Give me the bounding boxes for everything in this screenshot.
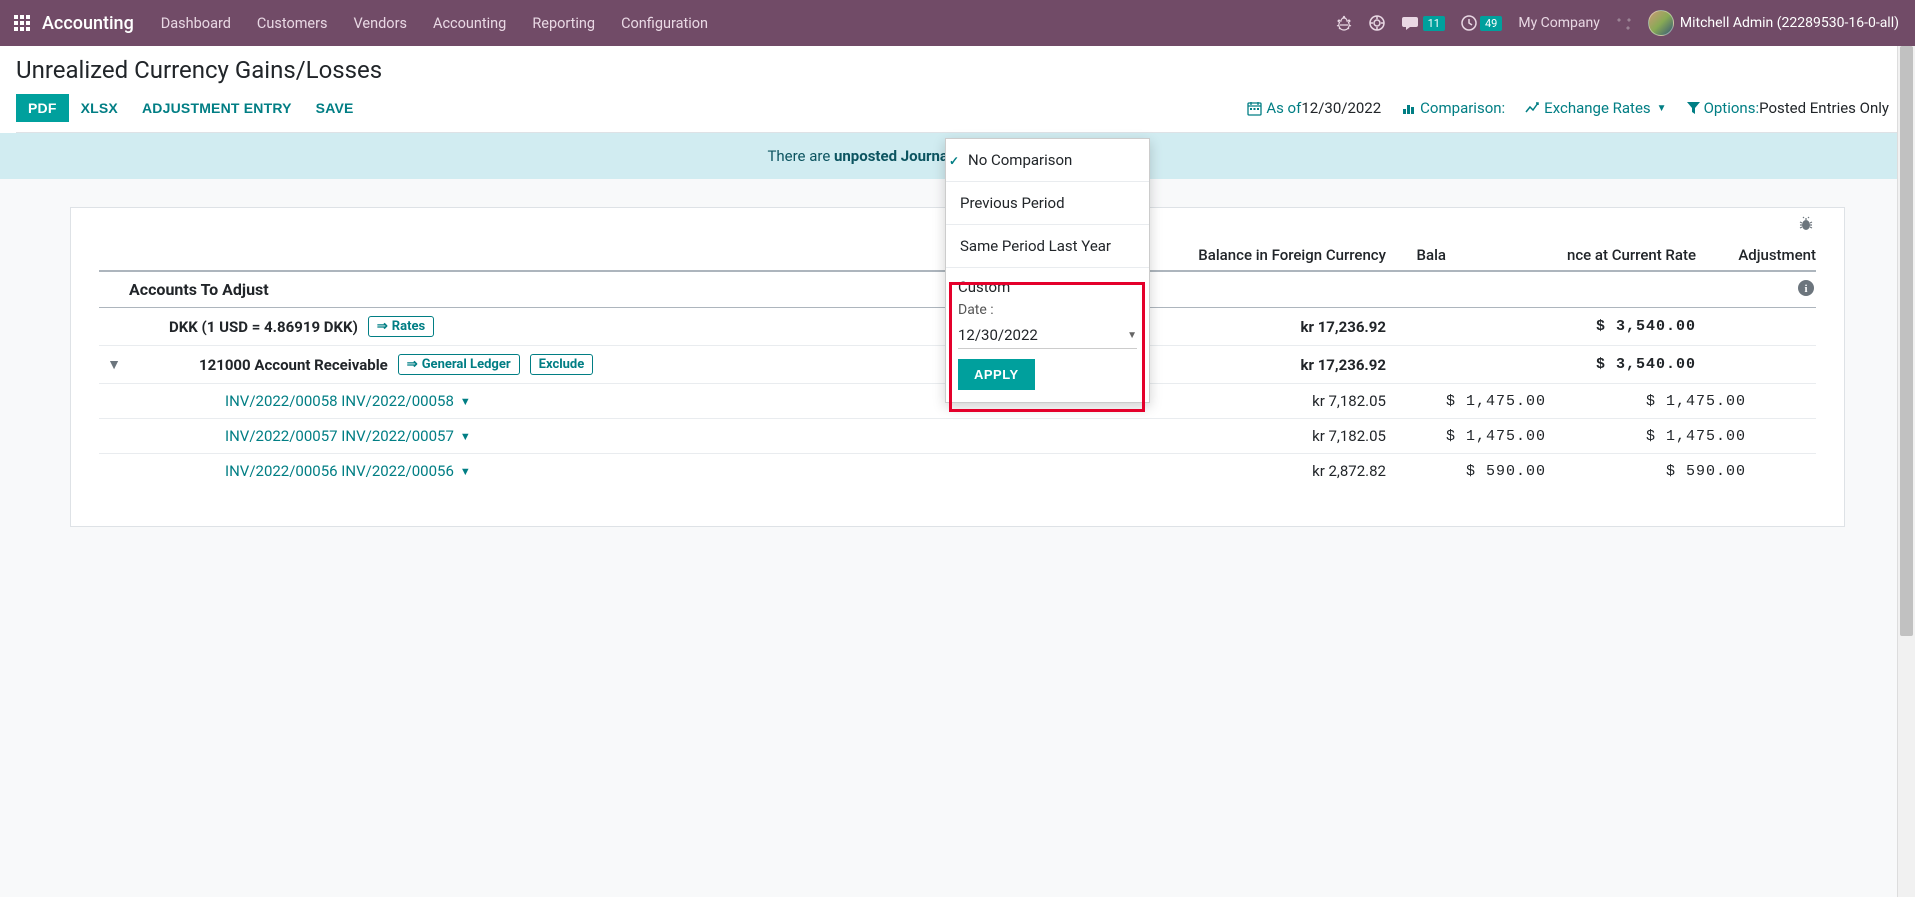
options-value: Posted Entries Only	[1759, 99, 1889, 117]
invoice-name[interactable]: INV/2022/00056 INV/2022/00056▼	[129, 462, 1181, 480]
caret-down-icon: ▼	[460, 465, 471, 478]
filter-asof[interactable]: As of 12/30/2022	[1237, 95, 1391, 121]
general-ledger-button[interactable]: ⇒ General Ledger	[398, 354, 520, 375]
col-balance-partial: Bala	[1386, 246, 1446, 264]
adjustment-entry-button[interactable]: ADJUSTMENT ENTRY	[130, 94, 304, 122]
user-name-label: Mitchell Admin (22289530-16-0-all)	[1680, 15, 1899, 31]
dd-no-comparison[interactable]: No Comparison	[946, 139, 1149, 182]
bug-report-icon[interactable]	[1328, 15, 1360, 31]
dd-previous-period[interactable]: Previous Period	[946, 182, 1149, 225]
scrollbar-thumb[interactable]	[1900, 46, 1913, 636]
calendar-icon	[1247, 101, 1262, 116]
inv-adjust: $ 590.00	[1546, 463, 1746, 480]
rates-button[interactable]: ⇒ Rates	[368, 316, 434, 337]
exchange-label: Exchange Rates	[1544, 99, 1650, 117]
expand-caret[interactable]: ▼	[99, 356, 129, 373]
dd-date-value: 12/30/2022	[958, 326, 1038, 344]
filter-comparison[interactable]: Comparison:	[1391, 95, 1515, 121]
barchart-icon	[1401, 101, 1416, 116]
asof-prefix: As of	[1266, 99, 1301, 117]
activities-badge: 49	[1480, 16, 1502, 31]
apps-icon[interactable]	[8, 9, 36, 37]
dkk-current: $ 3,540.00	[1446, 318, 1696, 335]
col-current: nce at Current Rate	[1446, 246, 1696, 264]
app-brand[interactable]: Accounting	[42, 13, 134, 34]
dd-date-label: Date :	[958, 302, 1137, 318]
dd-custom: Custom Date : 12/30/2022 ▼ APPLY	[946, 268, 1149, 402]
caret-down-icon: ▼	[460, 395, 471, 408]
pdf-button[interactable]: PDF	[16, 94, 69, 122]
inv-foreign: kr 7,182.05	[1181, 427, 1386, 445]
activities-icon[interactable]: 49	[1453, 15, 1510, 31]
dd-custom-label: Custom	[958, 278, 1137, 296]
col-foreign: Balance in Foreign Currency	[1181, 246, 1386, 264]
inv-current: $ 1,475.00	[1386, 428, 1546, 445]
row-invoice: INV/2022/00057 INV/2022/00057▼ kr 7,182.…	[99, 419, 1816, 454]
nav-vendors[interactable]: Vendors	[341, 15, 420, 32]
dkk-foreign: kr 17,236.92	[1181, 318, 1386, 336]
messages-badge: 11	[1423, 16, 1445, 31]
nav-configuration[interactable]: Configuration	[608, 15, 721, 32]
inv-current: $ 1,475.00	[1386, 393, 1546, 410]
row-invoice: INV/2022/00056 INV/2022/00056▼ kr 2,872.…	[99, 454, 1816, 488]
avatar	[1648, 10, 1674, 36]
dd-apply-button[interactable]: APPLY	[958, 359, 1035, 390]
toolbar: PDF XLSX ADJUSTMENT ENTRY SAVE As of 12/…	[16, 94, 1899, 133]
page-title: Unrealized Currency Gains/Losses	[16, 56, 1899, 84]
caret-down-icon: ▼	[1657, 103, 1667, 114]
nav-dashboard[interactable]: Dashboard	[148, 15, 244, 32]
debug-report-icon[interactable]	[1798, 216, 1814, 232]
nav-reporting[interactable]: Reporting	[519, 15, 608, 32]
options-prefix: Options:	[1704, 99, 1760, 117]
scrollbar[interactable]	[1897, 46, 1915, 897]
dd-date-input[interactable]: 12/30/2022 ▼	[958, 322, 1137, 349]
svg-text:i: i	[1804, 283, 1807, 295]
inv-adjust: $ 1,475.00	[1546, 428, 1746, 445]
inv-foreign: kr 2,872.82	[1181, 462, 1386, 480]
filter-options[interactable]: Options:Posted Entries Only	[1677, 95, 1899, 121]
inv-current: $ 590.00	[1386, 463, 1546, 480]
filter-exchange-rates[interactable]: Exchange Rates ▼	[1515, 95, 1676, 121]
nav-customers[interactable]: Customers	[244, 15, 341, 32]
company-switcher[interactable]: My Company	[1510, 15, 1608, 31]
filter-icon	[1687, 102, 1700, 115]
dd-same-period[interactable]: Same Period Last Year	[946, 225, 1149, 268]
debug-icon[interactable]	[1608, 15, 1640, 31]
exclude-button[interactable]: Exclude	[530, 354, 594, 375]
ar-foreign: kr 17,236.92	[1181, 356, 1386, 374]
invoice-name[interactable]: INV/2022/00057 INV/2022/00057▼	[129, 427, 1181, 445]
comparison-dropdown: No Comparison Previous Period Same Perio…	[945, 138, 1150, 403]
inv-foreign: kr 7,182.05	[1181, 392, 1386, 410]
top-navbar: Accounting Dashboard Customers Vendors A…	[0, 0, 1915, 46]
company-name: My Company	[1518, 15, 1600, 31]
info-icon[interactable]: i	[1798, 280, 1814, 296]
comparison-label: Comparison:	[1420, 99, 1505, 117]
save-button[interactable]: SAVE	[304, 94, 366, 122]
inv-adjust: $ 1,475.00	[1546, 393, 1746, 410]
control-panel: Unrealized Currency Gains/Losses PDF XLS…	[0, 46, 1915, 133]
caret-down-icon: ▼	[460, 430, 471, 443]
linechart-icon	[1525, 101, 1540, 116]
asof-date: 12/30/2022	[1301, 99, 1381, 117]
col-adjust: Adjustment	[1696, 246, 1816, 264]
nav-accounting[interactable]: Accounting	[420, 15, 519, 32]
user-menu[interactable]: Mitchell Admin (22289530-16-0-all)	[1640, 10, 1907, 36]
alert-pre: There are	[767, 147, 834, 165]
caret-down-icon: ▼	[1127, 330, 1137, 341]
ar-current: $ 3,540.00	[1446, 356, 1696, 373]
messages-icon[interactable]: 11	[1394, 15, 1453, 31]
xlsx-button[interactable]: XLSX	[69, 94, 130, 122]
support-icon[interactable]	[1360, 14, 1394, 32]
